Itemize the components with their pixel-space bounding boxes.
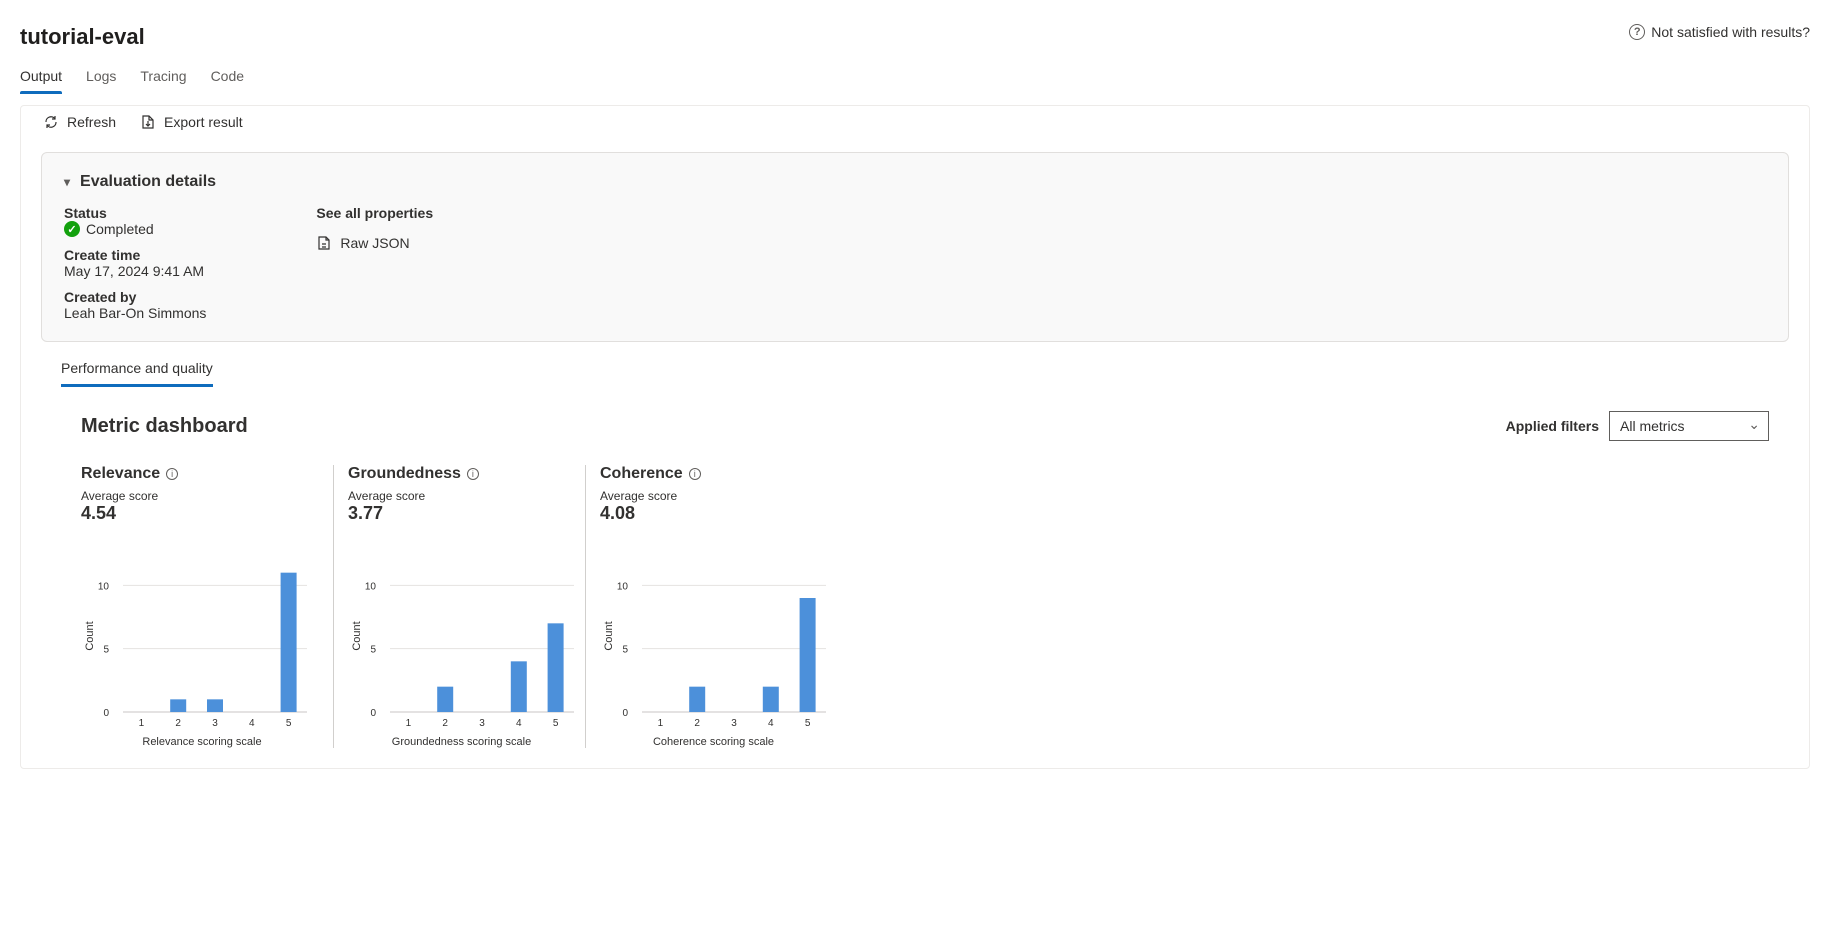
metrics-filter-select[interactable]: All metrics bbox=[1609, 411, 1769, 441]
metric-card-relevance: Relevance i Average score 4.54 5 10 0 Count… bbox=[81, 465, 333, 748]
details-heading: Evaluation details bbox=[80, 173, 216, 191]
page-title: tutorial-eval bbox=[20, 24, 145, 50]
created-by-label: Created by bbox=[64, 289, 206, 305]
svg-text:4: 4 bbox=[249, 718, 255, 729]
feedback-text: Not satisfied with results? bbox=[1651, 24, 1810, 40]
status-label: Status bbox=[64, 205, 206, 221]
info-icon[interactable]: i bbox=[467, 468, 479, 480]
svg-text:5: 5 bbox=[622, 645, 628, 656]
tab-output[interactable]: Output bbox=[20, 68, 62, 94]
metric-title: Coherence bbox=[600, 465, 683, 483]
dashboard-title: Metric dashboard bbox=[81, 415, 248, 438]
avg-score-value: 4.54 bbox=[81, 503, 323, 524]
create-time-value: May 17, 2024 9:41 AM bbox=[64, 263, 206, 279]
svg-text:5: 5 bbox=[553, 718, 559, 729]
svg-text:Count: Count bbox=[84, 621, 96, 650]
created-by-value: Leah Bar-On Simmons bbox=[64, 305, 206, 321]
evaluation-details-card: ▾ Evaluation details Status ✓ Completed bbox=[41, 152, 1789, 342]
tab-tracing[interactable]: Tracing bbox=[140, 68, 186, 94]
json-file-icon bbox=[316, 235, 332, 251]
svg-text:5: 5 bbox=[805, 718, 811, 729]
feedback-link[interactable]: ? Not satisfied with results? bbox=[1629, 24, 1810, 40]
metric-chart: 5 10 0 Count 1 2 3 4 5 bbox=[81, 554, 313, 734]
metric-title: Groundedness bbox=[348, 465, 461, 483]
help-icon: ? bbox=[1629, 24, 1645, 40]
toolbar-container: Refresh Export result ▾ Evaluation detai… bbox=[20, 105, 1810, 769]
chart-xlabel: Coherence scoring scale bbox=[600, 736, 827, 748]
chart-xlabel: Groundedness scoring scale bbox=[348, 736, 575, 748]
chevron-down-icon: ▾ bbox=[64, 175, 70, 189]
svg-text:3: 3 bbox=[212, 718, 218, 729]
export-icon bbox=[140, 114, 156, 130]
svg-text:2: 2 bbox=[694, 718, 700, 729]
metric-card-coherence: Coherence i Average score 4.08 5 10 0 Count… bbox=[585, 465, 837, 748]
svg-text:4: 4 bbox=[768, 718, 774, 729]
svg-text:10: 10 bbox=[98, 581, 110, 592]
metric-chart: 5 10 0 Count 1 2 3 4 5 bbox=[600, 554, 832, 734]
svg-text:5: 5 bbox=[103, 645, 109, 656]
raw-json-link[interactable]: Raw JSON bbox=[316, 235, 433, 251]
svg-text:1: 1 bbox=[139, 718, 145, 729]
chart-xlabel: Relevance scoring scale bbox=[81, 736, 323, 748]
avg-score-value: 3.77 bbox=[348, 503, 575, 524]
avg-score-label: Average score bbox=[600, 489, 827, 503]
status-value: Completed bbox=[86, 221, 154, 237]
svg-text:0: 0 bbox=[103, 708, 109, 719]
export-button[interactable]: Export result bbox=[140, 114, 243, 130]
export-label: Export result bbox=[164, 114, 243, 130]
tab-bar: Output Logs Tracing Code bbox=[0, 50, 1830, 95]
avg-score-label: Average score bbox=[81, 489, 323, 503]
avg-score-label: Average score bbox=[348, 489, 575, 503]
svg-text:4: 4 bbox=[516, 718, 522, 729]
svg-text:3: 3 bbox=[479, 718, 485, 729]
svg-text:5: 5 bbox=[370, 645, 376, 656]
svg-text:3: 3 bbox=[731, 718, 737, 729]
svg-text:1: 1 bbox=[406, 718, 412, 729]
metric-card-groundedness: Groundedness i Average score 3.77 5 10 0 Co… bbox=[333, 465, 585, 748]
tab-logs[interactable]: Logs bbox=[86, 68, 116, 94]
all-properties-label: See all properties bbox=[316, 205, 433, 221]
avg-score-value: 4.08 bbox=[600, 503, 827, 524]
refresh-button[interactable]: Refresh bbox=[43, 114, 116, 130]
svg-text:0: 0 bbox=[370, 708, 376, 719]
svg-text:10: 10 bbox=[365, 581, 377, 592]
svg-text:2: 2 bbox=[175, 718, 181, 729]
subtab-performance[interactable]: Performance and quality bbox=[61, 360, 213, 387]
metric-title: Relevance bbox=[81, 465, 160, 483]
refresh-label: Refresh bbox=[67, 114, 116, 130]
svg-text:1: 1 bbox=[658, 718, 664, 729]
svg-text:Count: Count bbox=[351, 621, 363, 650]
filters-label: Applied filters bbox=[1506, 418, 1599, 434]
svg-text:0: 0 bbox=[622, 708, 628, 719]
details-toggle[interactable]: ▾ Evaluation details bbox=[64, 173, 1766, 191]
svg-text:2: 2 bbox=[442, 718, 448, 729]
success-icon: ✓ bbox=[64, 221, 80, 237]
svg-text:Count: Count bbox=[603, 621, 615, 650]
metric-chart: 5 10 0 Count 1 2 3 4 5 bbox=[348, 554, 580, 734]
svg-text:10: 10 bbox=[617, 581, 629, 592]
tab-code[interactable]: Code bbox=[211, 68, 244, 94]
raw-json-label: Raw JSON bbox=[340, 235, 409, 251]
refresh-icon bbox=[43, 114, 59, 130]
info-icon[interactable]: i bbox=[166, 468, 178, 480]
svg-text:5: 5 bbox=[286, 718, 292, 729]
create-time-label: Create time bbox=[64, 247, 206, 263]
filter-selected-value: All metrics bbox=[1620, 418, 1685, 434]
info-icon[interactable]: i bbox=[689, 468, 701, 480]
